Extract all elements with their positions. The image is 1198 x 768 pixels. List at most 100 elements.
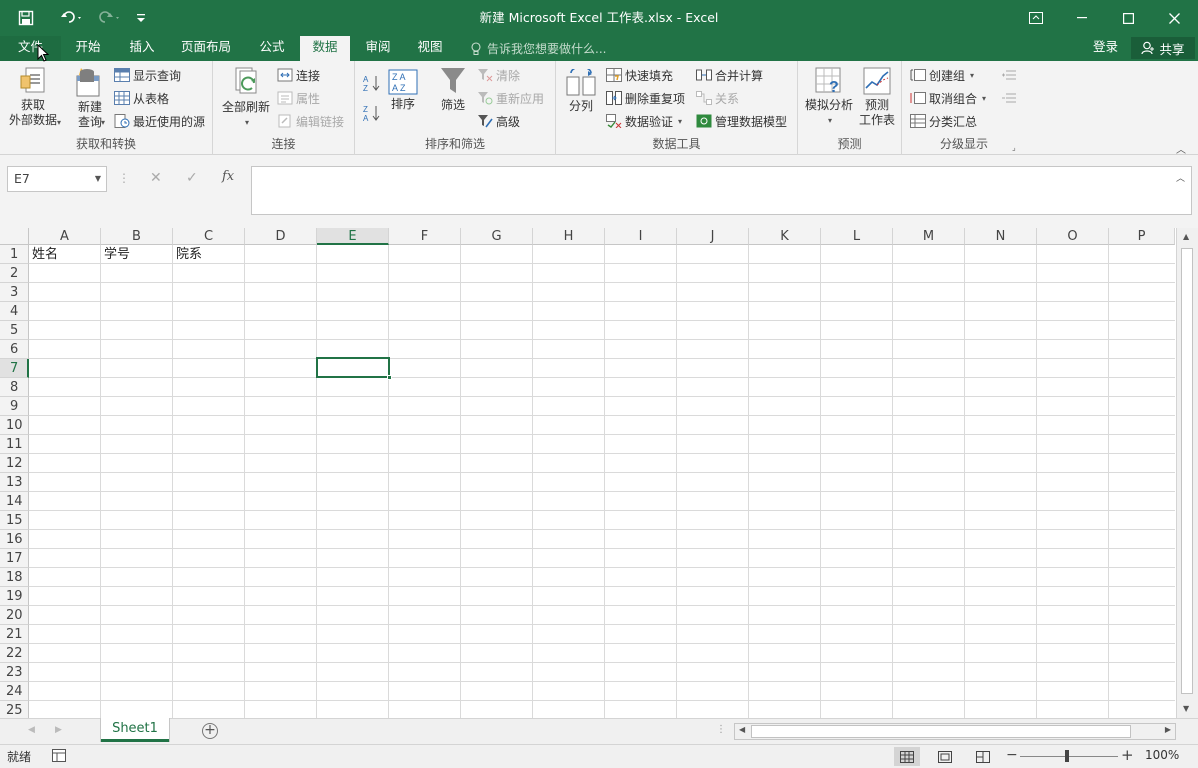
- remove-duplicates-button[interactable]: 删除重复项: [606, 88, 685, 108]
- row-header-18[interactable]: 18: [0, 568, 29, 587]
- dialog-launcher-icon[interactable]: ⌟: [1012, 143, 1016, 152]
- tell-me-box[interactable]: 告诉我您想要做什么...: [470, 36, 606, 61]
- cell-b1[interactable]: 学号: [101, 245, 173, 264]
- tab-home[interactable]: 开始: [66, 36, 110, 61]
- edit-links-button[interactable]: 编辑链接: [277, 111, 344, 131]
- macro-record-icon[interactable]: [52, 749, 66, 762]
- sort-button[interactable]: Z AA Z 排序: [386, 69, 420, 112]
- row-header-24[interactable]: 24: [0, 682, 29, 701]
- collapse-ribbon-icon[interactable]: ︿: [1176, 141, 1186, 156]
- zoom-in-icon[interactable]: +: [1121, 746, 1134, 764]
- collapse-formula-bar-icon[interactable]: ︿: [1176, 171, 1185, 184]
- flash-fill-button[interactable]: 快速填充: [606, 65, 673, 85]
- what-if-analysis-button[interactable]: ? 模拟分析 ▾: [801, 66, 857, 128]
- row-header-3[interactable]: 3: [0, 283, 29, 302]
- fill-handle[interactable]: [387, 375, 392, 380]
- row-header-9[interactable]: 9: [0, 397, 29, 416]
- maximize-button[interactable]: [1105, 0, 1151, 36]
- row-header-5[interactable]: 5: [0, 321, 29, 340]
- get-external-data-button[interactable]: 获取 外部数据: [2, 66, 64, 128]
- row-header-10[interactable]: 10: [0, 416, 29, 435]
- row-header-2[interactable]: 2: [0, 264, 29, 283]
- cancel-icon[interactable]: ✕: [150, 170, 162, 186]
- filter-button[interactable]: 筛选: [435, 66, 471, 113]
- sheet-tab-sheet1[interactable]: Sheet1: [101, 718, 169, 742]
- sort-ascending-button[interactable]: AZ: [363, 73, 381, 93]
- column-header-g[interactable]: G: [461, 228, 533, 245]
- new-query-button[interactable]: 新建 查询: [68, 66, 112, 130]
- row-header-7[interactable]: 7: [0, 359, 29, 378]
- zoom-level[interactable]: 100%: [1145, 748, 1179, 762]
- cell-c1[interactable]: 院系: [173, 245, 245, 264]
- select-all-corner[interactable]: [0, 228, 29, 245]
- row-header-12[interactable]: 12: [0, 454, 29, 473]
- from-table-button[interactable]: 从表格: [114, 88, 169, 108]
- group-button[interactable]: 创建组 ▾: [910, 65, 974, 85]
- scroll-right-icon[interactable]: ▶: [1165, 725, 1171, 734]
- hide-detail-button[interactable]: [1002, 88, 1016, 108]
- scroll-up-icon[interactable]: ▲: [1183, 232, 1189, 241]
- page-layout-view-button[interactable]: [932, 747, 958, 766]
- row-header-6[interactable]: 6: [0, 340, 29, 359]
- show-detail-button[interactable]: [1002, 65, 1016, 85]
- minimize-button[interactable]: [1059, 0, 1105, 36]
- row-header-11[interactable]: 11: [0, 435, 29, 454]
- drag-handle-icon[interactable]: ⋮: [118, 171, 130, 185]
- redo-button[interactable]: [92, 0, 128, 36]
- vertical-scrollbar[interactable]: ▲ ▼: [1176, 228, 1198, 718]
- sort-descending-button[interactable]: ZA: [363, 103, 381, 123]
- column-header-l[interactable]: L: [821, 228, 893, 245]
- row-header-17[interactable]: 17: [0, 549, 29, 568]
- tab-insert[interactable]: 插入: [120, 36, 164, 61]
- close-button[interactable]: [1151, 0, 1197, 36]
- customize-qat-button[interactable]: [128, 0, 154, 36]
- row-header-19[interactable]: 19: [0, 587, 29, 606]
- page-break-view-button[interactable]: [970, 747, 996, 766]
- vertical-scroll-thumb[interactable]: [1181, 248, 1193, 694]
- save-button[interactable]: [0, 0, 52, 36]
- chevron-down-icon[interactable]: ▼: [95, 167, 101, 191]
- row-header-1[interactable]: 1: [0, 245, 29, 264]
- column-header-a[interactable]: A: [29, 228, 101, 245]
- forecast-sheet-button[interactable]: 预测 工作表: [856, 66, 898, 128]
- ribbon-display-options-button[interactable]: [1013, 0, 1059, 36]
- sheet-next-icon[interactable]: ▶: [55, 725, 62, 735]
- relationships-button[interactable]: 关系: [696, 88, 739, 108]
- column-header-b[interactable]: B: [101, 228, 173, 245]
- row-header-4[interactable]: 4: [0, 302, 29, 321]
- manage-data-model-button[interactable]: 管理数据模型: [696, 111, 787, 131]
- column-header-c[interactable]: C: [173, 228, 245, 245]
- column-header-h[interactable]: H: [533, 228, 605, 245]
- row-header-23[interactable]: 23: [0, 663, 29, 682]
- selected-cell-e7[interactable]: [316, 357, 392, 380]
- tab-page-layout[interactable]: 页面布局: [172, 36, 240, 61]
- refresh-all-button[interactable]: 全部刷新 ▾: [218, 66, 274, 130]
- column-header-k[interactable]: K: [749, 228, 821, 245]
- column-header-p[interactable]: P: [1109, 228, 1175, 245]
- normal-view-button[interactable]: [894, 747, 920, 766]
- tab-formulas[interactable]: 公式: [249, 36, 295, 61]
- row-header-22[interactable]: 22: [0, 644, 29, 663]
- tab-view[interactable]: 视图: [408, 36, 452, 61]
- data-validation-button[interactable]: 数据验证 ▾: [606, 111, 682, 131]
- zoom-slider[interactable]: [1020, 756, 1118, 757]
- column-header-j[interactable]: J: [677, 228, 749, 245]
- column-header-n[interactable]: N: [965, 228, 1037, 245]
- tab-data[interactable]: 数据: [300, 36, 350, 62]
- row-header-16[interactable]: 16: [0, 530, 29, 549]
- scroll-down-icon[interactable]: ▼: [1183, 704, 1189, 713]
- zoom-slider-thumb[interactable]: [1065, 750, 1069, 762]
- column-header-e[interactable]: E: [317, 228, 389, 245]
- sheet-prev-icon[interactable]: ◀: [28, 725, 35, 735]
- row-header-13[interactable]: 13: [0, 473, 29, 492]
- share-button[interactable]: 共享: [1131, 37, 1195, 59]
- row-header-8[interactable]: 8: [0, 378, 29, 397]
- horizontal-scroll-thumb[interactable]: [751, 725, 1131, 738]
- properties-button[interactable]: 属性: [277, 88, 320, 108]
- login-link[interactable]: 登录: [1093, 36, 1118, 61]
- name-box[interactable]: E7 ▼: [7, 166, 107, 192]
- tab-review[interactable]: 审阅: [356, 36, 400, 61]
- horizontal-scrollbar[interactable]: ◀ ▶: [734, 723, 1176, 740]
- cell-area[interactable]: 姓名 学号 院系: [29, 245, 1175, 718]
- row-header-14[interactable]: 14: [0, 492, 29, 511]
